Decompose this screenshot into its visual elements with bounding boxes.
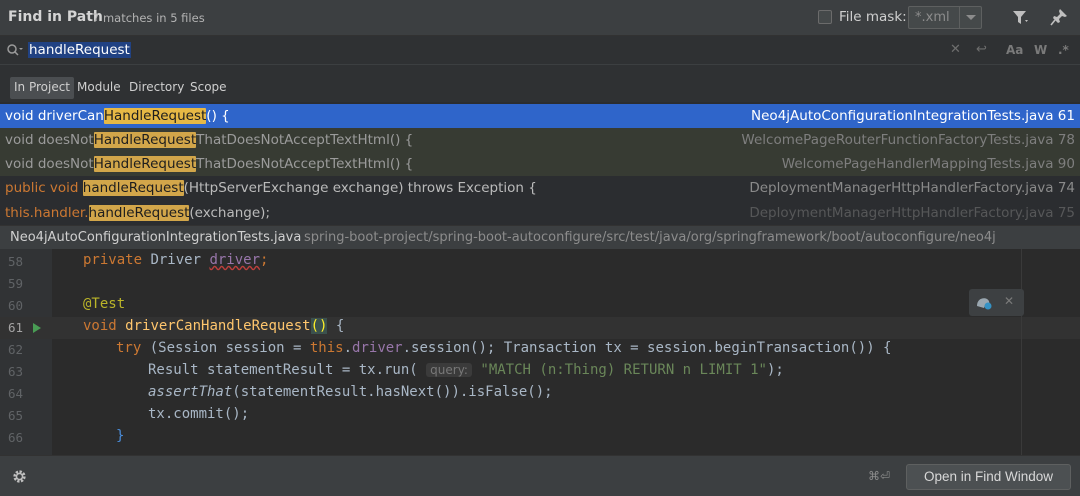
result-row[interactable]: void doesNotHandleRequestThatDoesNotAcce…: [0, 152, 1080, 176]
result-row[interactable]: void driverCanHandleRequest() { Neo4jAut…: [0, 104, 1080, 128]
code-line-66: }: [116, 428, 125, 444]
file-mask-value: *.xml: [915, 10, 950, 25]
result-row[interactable]: this.handler.handleRequest(exchange); De…: [0, 201, 1080, 225]
filter-icon[interactable]: [1012, 9, 1030, 27]
search-icon[interactable]: [6, 43, 24, 57]
preview-file-name: Neo4jAutoConfigurationIntegrationTests.j…: [10, 230, 302, 245]
tab-directory[interactable]: Directory: [125, 77, 188, 99]
dialog-footer: ⌘⏎ Open in Find Window: [0, 455, 1080, 496]
result-code: void driverCanHandleRequest() {: [5, 108, 230, 124]
line-number: 62: [7, 342, 23, 357]
tab-scope[interactable]: Scope: [186, 77, 231, 99]
preview-path-bar: Neo4jAutoConfigurationIntegrationTests.j…: [0, 225, 1080, 249]
match-count: 7 matches in 5 files: [92, 11, 205, 25]
result-code: this.handler.handleRequest(exchange);: [5, 205, 270, 221]
regex-option[interactable]: .*: [1058, 43, 1069, 57]
find-header: Find in Path 7 matches in 5 files File m…: [0, 0, 1080, 36]
match-case-option[interactable]: Aa: [1006, 43, 1023, 57]
whole-words-option[interactable]: W: [1034, 43, 1047, 57]
scope-tabs: In Project Module Directory Scope: [0, 65, 1080, 102]
tab-in-project[interactable]: In Project: [10, 77, 75, 99]
results-list: void driverCanHandleRequest() { Neo4jAut…: [0, 104, 1080, 226]
run-test-icon[interactable]: [32, 322, 42, 334]
result-file: Neo4jAutoConfigurationIntegrationTests.j…: [751, 108, 1075, 124]
code-line-64: assertThat(statementResult.hasNext()).is…: [148, 384, 553, 400]
result-file: DeploymentManagerHttpHandlerFactory.java…: [749, 205, 1075, 221]
code-line-63: Result statementResult = tx.run( query: …: [148, 362, 784, 378]
code-preview[interactable]: 58 59 60 61 62 63 64 65 66 private Drive…: [0, 249, 1080, 455]
result-row[interactable]: public void handleRequest(HttpServerExch…: [0, 176, 1080, 200]
line-number: 63: [7, 364, 23, 379]
parameter-hint: query:: [426, 363, 472, 377]
right-margin-guide: [1021, 249, 1022, 455]
code-line-65: tx.commit();: [148, 406, 250, 422]
line-number: 65: [7, 408, 23, 423]
inspection-widget[interactable]: ✕: [969, 289, 1024, 316]
line-number: 61: [7, 320, 23, 335]
inspection-icon[interactable]: [975, 294, 993, 311]
line-number: 58: [7, 254, 23, 269]
result-code: void doesNotHandleRequestThatDoesNotAcce…: [5, 132, 414, 148]
gear-icon[interactable]: [11, 468, 28, 485]
result-row[interactable]: void doesNotHandleRequestThatDoesNotAcce…: [0, 128, 1080, 152]
open-in-find-window-button[interactable]: Open in Find Window: [906, 464, 1071, 490]
preview-file-directory: spring-boot-project/spring-boot-autoconf…: [304, 230, 996, 245]
line-number: 59: [7, 276, 23, 291]
code-line-58: private Driver driver;: [83, 252, 269, 268]
code-line-60: @Test: [83, 296, 126, 312]
code-line-62: try (Session session = this.driver.sessi…: [116, 340, 892, 356]
result-code: void doesNotHandleRequestThatDoesNotAcce…: [5, 156, 414, 172]
file-mask-label: File mask:: [839, 9, 907, 25]
chevron-down-icon[interactable]: [959, 7, 981, 28]
open-shortcut-hint: ⌘⏎: [868, 469, 891, 483]
result-file: WelcomePageRouterFunctionFactoryTests.ja…: [741, 132, 1075, 148]
dialog-title: Find in Path: [8, 9, 103, 25]
tab-module[interactable]: Module: [73, 77, 125, 99]
file-mask-checkbox[interactable]: [818, 10, 832, 24]
code-line-61: void driverCanHandleRequest() {: [83, 318, 345, 334]
file-mask-combobox[interactable]: *.xml: [908, 6, 982, 29]
search-row: handleRequest ✕ ↩ Aa W .*: [0, 36, 1080, 65]
search-input[interactable]: handleRequest: [28, 42, 131, 58]
clear-icon[interactable]: ✕: [950, 42, 961, 57]
result-code: public void handleRequest(HttpServerExch…: [5, 180, 537, 196]
line-number: 66: [7, 430, 23, 445]
result-file: WelcomePageHandlerMappingTests.java 90: [781, 156, 1075, 172]
line-number: 60: [7, 298, 23, 313]
result-file: DeploymentManagerHttpHandlerFactory.java…: [749, 180, 1075, 196]
newline-icon[interactable]: ↩: [976, 42, 987, 57]
line-number: 64: [7, 386, 23, 401]
close-icon[interactable]: ✕: [1004, 294, 1014, 308]
pin-icon[interactable]: [1050, 8, 1068, 26]
